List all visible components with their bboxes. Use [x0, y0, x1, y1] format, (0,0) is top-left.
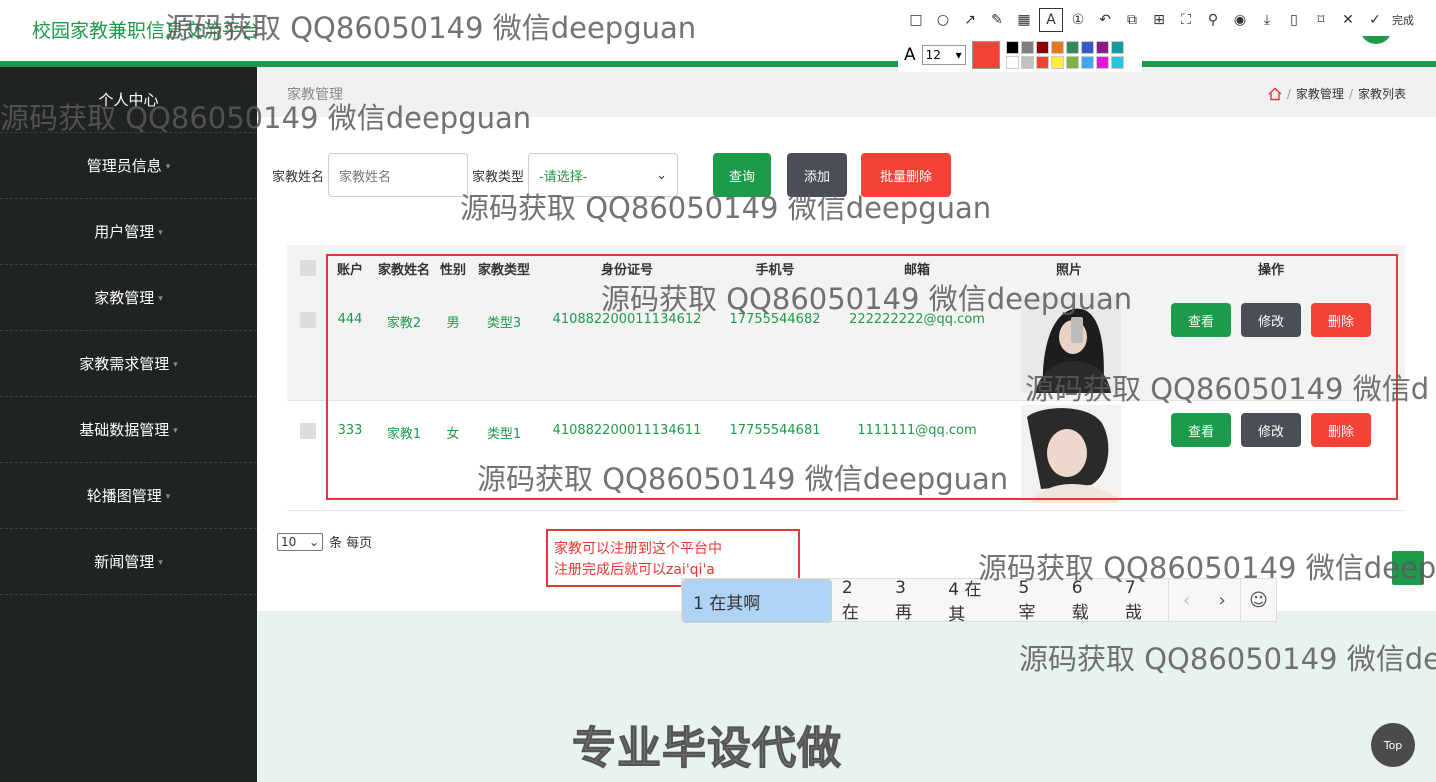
promo-banner-text: 专业毕设代做 — [572, 723, 842, 775]
palette-swatch[interactable] — [1005, 56, 1019, 69]
close-icon[interactable]: ✕ — [1336, 8, 1360, 32]
chevron-down-icon: ▾ — [173, 425, 178, 436]
sidebar-item-tutor-management[interactable]: 家教管理 ▾ — [0, 265, 257, 331]
expand-icon[interactable]: ⛶ — [1174, 8, 1198, 32]
app-title: 校园家教兼职信息交流平台 — [32, 20, 261, 42]
arrow-tool-icon[interactable]: ↗ — [958, 8, 982, 32]
chevron-down-icon: ▾ — [955, 48, 962, 62]
emoji-icon[interactable]: ☺ — [1240, 579, 1276, 621]
palette-swatch[interactable] — [1080, 56, 1094, 69]
palette-swatch[interactable] — [1110, 56, 1124, 69]
rectangle-tool-icon[interactable]: □ — [904, 8, 928, 32]
search-form: 家教姓名 家教姓名 家教类型 -请选择- ⌄ 查询 添加 批量删除 — [272, 153, 952, 197]
ime-candidate[interactable]: 1 在其啊 — [682, 579, 832, 623]
sidebar: 个人中心 管理员信息 ▾ 用户管理 ▾ 家教管理 ▾ 家教需求管理 ▾ 基础数据管理 ▾ … — [0, 67, 257, 782]
sidebar-item-base-data[interactable]: 基础数据管理 ▾ — [0, 397, 257, 463]
pin-icon[interactable]: ⚲ — [1201, 8, 1225, 32]
chevron-down-icon: ▾ — [158, 227, 163, 238]
query-button[interactable]: 查询 — [713, 153, 772, 197]
mosaic-tool-icon[interactable]: ▦ — [1012, 8, 1036, 32]
palette-swatch[interactable] — [1050, 41, 1064, 54]
ime-candidate[interactable]: 5 宰 — [1008, 578, 1061, 623]
add-button[interactable]: 添加 — [787, 153, 848, 197]
palette-swatch[interactable] — [1020, 56, 1034, 69]
font-icon: A — [904, 45, 916, 65]
current-color-swatch[interactable] — [971, 41, 1000, 69]
palette-swatch[interactable] — [1065, 56, 1079, 69]
row-checkbox[interactable] — [300, 312, 316, 328]
text-style-bar: A 12 ▾ — [898, 38, 1142, 72]
annotation-rectangle — [326, 254, 1398, 500]
chevron-down-icon: ▾ — [165, 161, 171, 172]
side-float-tab[interactable] — [1392, 551, 1424, 585]
chevron-down-icon: ▾ — [173, 359, 178, 370]
sidebar-item-admin-info[interactable]: 管理员信息 ▾ — [0, 133, 257, 199]
palette-swatch[interactable] — [1065, 41, 1079, 54]
page-title: 家教管理 — [287, 87, 343, 103]
palette-swatch[interactable] — [1080, 41, 1094, 54]
ime-prev-page-icon[interactable]: ‹ — [1168, 579, 1204, 621]
save-icon[interactable]: ▯ — [1282, 8, 1306, 32]
record-icon[interactable]: ◉ — [1228, 8, 1252, 32]
undo-icon[interactable]: ↶ — [1093, 8, 1117, 32]
sidebar-item-carousel[interactable]: 轮播图管理 ▾ — [0, 463, 257, 529]
breadcrumb-bar: 家教管理 / 家教管理 / 家教列表 — [257, 67, 1436, 117]
done-label[interactable]: 完成 — [1392, 12, 1414, 28]
sidebar-item-user-management[interactable]: 用户管理 ▾ — [0, 199, 257, 265]
name-label: 家教姓名 — [272, 169, 325, 185]
translate-icon[interactable]: ⊞ — [1147, 8, 1171, 32]
palette-swatch[interactable] — [1035, 41, 1049, 54]
type-label: 家教类型 — [472, 169, 525, 185]
palette-swatch[interactable] — [1020, 41, 1034, 54]
palette-swatch[interactable] — [1095, 41, 1109, 54]
sidebar-item-news[interactable]: 新闻管理 ▾ — [0, 529, 257, 595]
palette-swatch[interactable] — [1050, 56, 1064, 69]
breadcrumb-tutor-management[interactable]: 家教管理 — [1296, 85, 1344, 102]
chevron-down-icon: ▾ — [158, 557, 163, 568]
chevron-down-icon: ▾ — [165, 491, 171, 502]
ime-candidate[interactable]: 3 再 — [885, 578, 938, 623]
home-icon[interactable] — [1268, 87, 1282, 101]
text-tool-icon[interactable]: A — [1039, 8, 1063, 32]
chevron-down-icon: ⌄ — [308, 534, 319, 549]
ime-candidate[interactable]: 2 在 — [832, 578, 885, 623]
screenshot-toolbar: □ ○ ↗ ✎ ▦ A ① ↶ ⧉ ⊞ ⛶ ⚲ ◉ ⤓ ▯ ⌑ ✕ ✓ 完成 — [898, 4, 1432, 36]
ime-next-page-icon[interactable]: › — [1204, 579, 1240, 621]
sidebar-item-personal-center[interactable]: 个人中心 — [0, 67, 257, 133]
select-all-checkbox[interactable] — [300, 260, 316, 276]
ime-candidate[interactable]: 4 在其 — [938, 579, 1008, 625]
page-size-select[interactable]: 10 ⌄ — [277, 532, 323, 551]
bookmark-icon[interactable]: ⌑ — [1309, 8, 1333, 32]
back-to-top-button[interactable]: Top — [1371, 723, 1415, 767]
palette-swatch[interactable] — [1110, 41, 1124, 54]
check-icon[interactable]: ✓ — [1363, 8, 1387, 32]
ellipse-tool-icon[interactable]: ○ — [931, 8, 955, 32]
per-page-label: 条 每页 — [329, 536, 373, 551]
tutor-type-select[interactable]: -请选择- ⌄ — [528, 153, 679, 197]
chevron-down-icon: ▾ — [158, 293, 163, 304]
palette-swatch[interactable] — [1035, 56, 1049, 69]
pen-tool-icon[interactable]: ✎ — [985, 8, 1009, 32]
ime-candidate[interactable]: 7 哉 — [1115, 578, 1168, 623]
pagination: 10 ⌄ 条 每页 — [277, 532, 372, 551]
chevron-down-icon: ⌄ — [656, 167, 668, 183]
note-line-1: 家教可以注册到这个平台中 — [554, 541, 722, 557]
number-tool-icon[interactable]: ① — [1066, 8, 1090, 32]
crop-icon[interactable]: ⧉ — [1120, 8, 1144, 32]
sidebar-item-tutor-demand[interactable]: 家教需求管理 ▾ — [0, 331, 257, 397]
palette-swatch[interactable] — [1095, 56, 1109, 69]
breadcrumb: / 家教管理 / 家教列表 — [1268, 85, 1406, 102]
batch-delete-button[interactable]: 批量删除 — [861, 153, 952, 197]
footer-band — [257, 611, 1436, 782]
breadcrumb-tutor-list: 家教列表 — [1357, 87, 1406, 101]
tutor-name-input[interactable]: 家教姓名 — [328, 153, 469, 197]
row-checkbox[interactable] — [300, 423, 316, 439]
download-icon[interactable]: ⤓ — [1255, 8, 1279, 32]
color-palette — [1005, 41, 1124, 69]
ime-candidate-bar: 1 在其啊 2 在 3 再 4 在其 5 宰 6 载 7 哉 ‹ › ☺ — [681, 578, 1277, 625]
palette-swatch[interactable] — [1005, 41, 1019, 54]
font-size-select[interactable]: 12 ▾ — [921, 45, 966, 65]
ime-candidate[interactable]: 6 载 — [1062, 578, 1115, 623]
